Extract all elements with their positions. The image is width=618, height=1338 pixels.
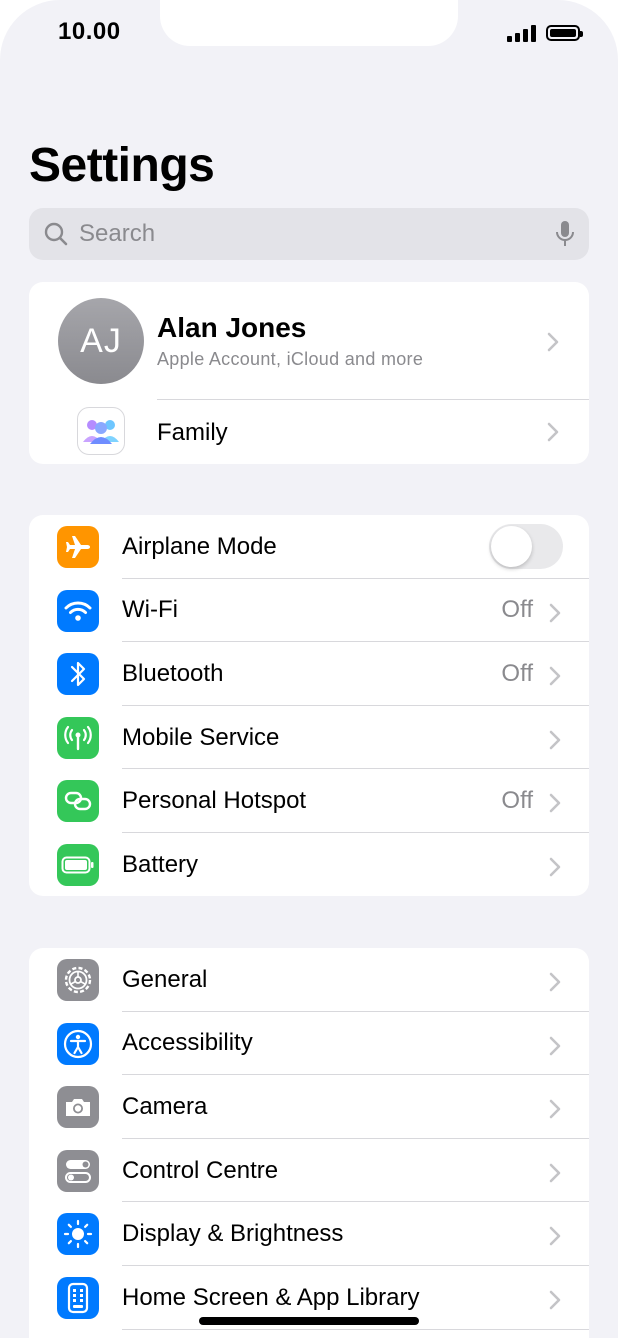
hotspot-icon: [57, 780, 99, 823]
status-time: 10.00: [58, 18, 121, 45]
camera-label: Camera: [122, 1092, 208, 1120]
avatar: AJ: [58, 298, 144, 384]
accessibility-label: Accessibility: [122, 1029, 253, 1057]
display-brightness-row[interactable]: Display & Brightness: [29, 1202, 589, 1266]
wifi-icon: [57, 589, 99, 632]
search-placeholder[interactable]: Search: [79, 220, 555, 248]
home-indicator[interactable]: [199, 1317, 419, 1325]
accessibility-row[interactable]: Accessibility: [29, 1012, 589, 1076]
bluetooth-row[interactable]: Bluetooth Off: [29, 642, 589, 706]
chevron-right-icon: [549, 666, 561, 686]
search-icon: [44, 222, 68, 246]
bluetooth-label: Bluetooth: [122, 659, 224, 687]
chevron-right-icon: [549, 972, 561, 992]
chevron-right-icon: [549, 1036, 561, 1055]
system-group: General Accessibility Camera Control Cen…: [29, 948, 589, 1338]
bluetooth-icon: [57, 653, 99, 696]
family-label: Family: [157, 419, 228, 446]
device-notch: [160, 0, 458, 46]
page-title: Settings: [29, 139, 215, 192]
accessibility-icon: [57, 1022, 99, 1065]
general-label: General: [122, 965, 208, 993]
camera-row[interactable]: Camera: [29, 1075, 589, 1139]
gear-icon: [57, 959, 99, 1001]
account-row[interactable]: AJ Alan Jones Apple Account, iCloud and …: [29, 282, 589, 400]
personal-hotspot-row[interactable]: Personal Hotspot Off: [29, 769, 589, 833]
personal-hotspot-label: Personal Hotspot: [122, 787, 307, 815]
airplane-mode-row: Airplane Mode: [29, 515, 589, 579]
connectivity-group: Airplane Mode Wi-Fi Off Bluetooth Off Mo…: [29, 515, 589, 896]
battery-label: Battery: [122, 850, 199, 878]
display-brightness-label: Display & Brightness: [122, 1220, 344, 1248]
control-centre-label: Control Centre: [122, 1156, 279, 1184]
account-subtitle: Apple Account, iCloud and more: [157, 349, 424, 369]
status-indicators: [507, 24, 583, 42]
toggle-knob: [491, 526, 532, 567]
chevron-right-icon: [549, 1290, 561, 1310]
microphone-icon[interactable]: [555, 220, 575, 248]
brightness-icon: [57, 1213, 99, 1256]
profile-group: AJ Alan Jones Apple Account, iCloud and …: [29, 282, 589, 464]
wifi-value: Off: [501, 596, 533, 624]
account-name: Alan Jones: [157, 312, 307, 343]
family-row[interactable]: Family: [29, 400, 589, 464]
home-screen-label: Home Screen & App Library: [122, 1283, 420, 1311]
chevron-right-icon: [549, 1163, 561, 1183]
mobile-service-label: Mobile Service: [122, 723, 280, 751]
control-centre-row[interactable]: Control Centre: [29, 1139, 589, 1203]
chevron-right-icon: [547, 332, 559, 352]
chevron-right-icon: [549, 1099, 561, 1119]
chevron-right-icon: [547, 422, 559, 442]
chevron-right-icon: [549, 794, 561, 813]
home-screen-icon: [57, 1276, 99, 1319]
airplane-icon: [57, 526, 99, 568]
chevron-right-icon: [549, 603, 561, 622]
family-icon: [77, 407, 125, 455]
chevron-right-icon: [549, 1227, 561, 1246]
antenna-icon: [57, 716, 99, 759]
battery-icon: [57, 843, 99, 886]
bluetooth-value: Off: [501, 659, 533, 687]
chevron-right-icon: [549, 857, 561, 877]
personal-hotspot-value: Off: [501, 787, 533, 815]
wifi-label: Wi-Fi: [122, 596, 178, 624]
battery-row[interactable]: Battery: [29, 833, 589, 896]
general-row[interactable]: General: [29, 948, 589, 1012]
mobile-service-row[interactable]: Mobile Service: [29, 706, 589, 770]
airplane-mode-toggle[interactable]: [489, 524, 563, 569]
control-centre-icon: [57, 1149, 99, 1192]
search-field[interactable]: Search: [29, 208, 589, 260]
airplane-mode-label: Airplane Mode: [122, 532, 277, 560]
camera-icon: [57, 1086, 99, 1129]
settings-screen: 10.00 Settings Search AJ Alan Jones Appl…: [0, 0, 618, 1338]
chevron-right-icon: [549, 730, 561, 750]
status-battery-icon: [546, 25, 583, 41]
cellular-signal-icon: [507, 24, 536, 42]
wifi-row[interactable]: Wi-Fi Off: [29, 579, 589, 643]
divider: [122, 1328, 589, 1330]
